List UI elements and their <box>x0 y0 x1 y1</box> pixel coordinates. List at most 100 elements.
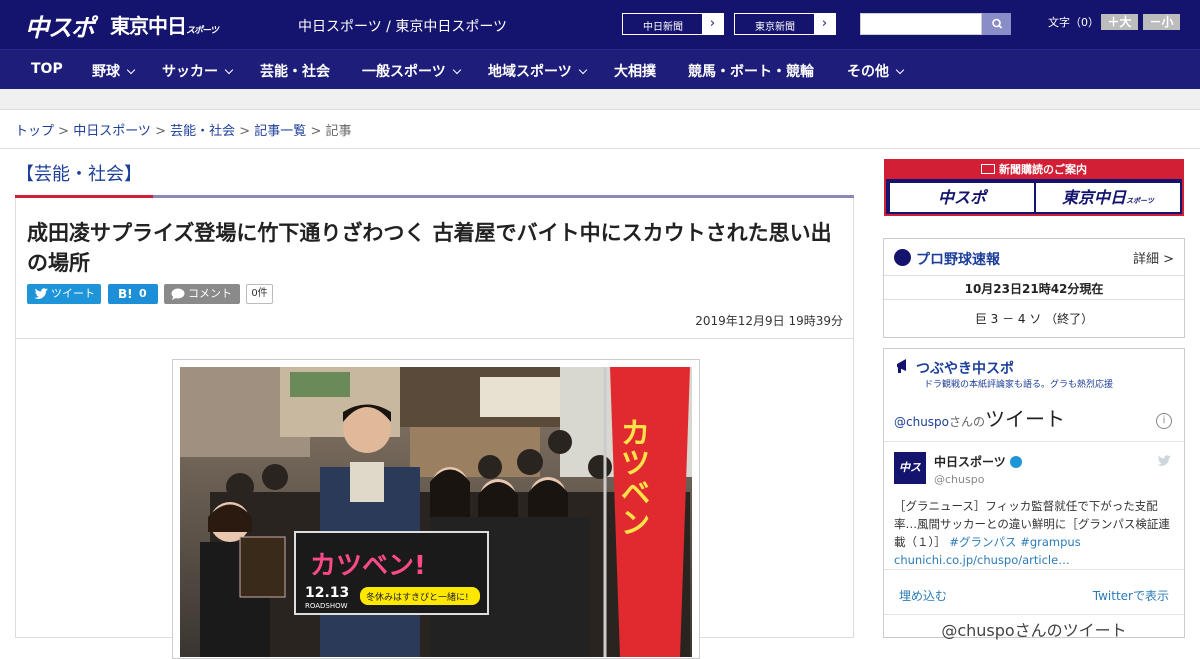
divider <box>0 148 1200 149</box>
nav-baseball[interactable]: 野球 <box>92 61 136 81</box>
hatena-bookmark-button[interactable]: B! 0 <box>108 284 158 304</box>
twitter-box: つぶやき中スポ ドラ観戦の本紙評論家も語る。グラも熱烈応援 @chuspoさんの… <box>883 348 1185 641</box>
nav-top[interactable]: TOP <box>31 61 63 77</box>
tweet-account-handle[interactable]: @chuspo <box>934 473 984 486</box>
tokyo-chunichi-logo[interactable]: 東京中日スポーツ <box>110 10 219 39</box>
tweet-link[interactable]: chunichi.co.jp/chuspo/article… <box>894 553 1070 567</box>
baseball-icon <box>894 249 911 266</box>
article-photo[interactable]: カツベン! 12.13 ROADSHOW 冬休みはすきぴと一緒に! カツベン <box>180 367 692 657</box>
chevron-right-icon: › <box>702 14 723 34</box>
chunichi-shimbun-link[interactable]: 中日新聞 › <box>622 13 724 35</box>
chevron-down-icon <box>578 65 587 75</box>
nav-baseball-label: 野球 <box>92 64 120 80</box>
twitter-handle-link[interactable]: @chuspo <box>894 415 949 429</box>
verified-icon <box>1009 456 1022 468</box>
subscribe-chuspo[interactable]: 中スポ <box>890 183 1034 212</box>
chevron-down-icon <box>895 65 905 75</box>
breadcrumb-article-list[interactable]: 記事一覧 <box>254 124 306 139</box>
search-input[interactable] <box>860 13 982 35</box>
twitter-bird-icon[interactable] <box>1156 455 1172 467</box>
tokyo-chunichi-logo-text: 東京中日 <box>110 14 187 38</box>
nav-other[interactable]: その他 <box>847 61 905 81</box>
nav-sumo[interactable]: 大相撲 <box>614 61 656 81</box>
nav-entertainment[interactable]: 芸能・社会 <box>260 61 330 81</box>
tokyo-chunichi-logo-sub: スポーツ <box>186 26 219 36</box>
twitter-footer[interactable]: @chuspoさんのツイート <box>884 617 1184 641</box>
speech-bubble-icon <box>171 288 185 300</box>
site-name[interactable]: 中日スポーツ / 東京中日スポーツ <box>298 16 507 36</box>
tokyo-shimbun-link[interactable]: 東京新聞 › <box>734 13 836 35</box>
breadcrumb-chunichi-sports[interactable]: 中日スポーツ <box>73 124 151 139</box>
baseball-score[interactable]: 巨 3 － 4 ソ （終了） <box>884 310 1184 327</box>
chuspo-logo[interactable]: 中スポ <box>25 8 95 43</box>
divider <box>884 614 1184 615</box>
newspaper-icon <box>981 164 995 174</box>
divider <box>884 569 1184 570</box>
nav-general-sports[interactable]: 一般スポーツ <box>362 61 461 81</box>
nav-local-sports-label: 地域スポーツ <box>488 64 572 80</box>
tweet-account-name[interactable]: 中日スポーツ <box>934 453 1022 470</box>
nav-racing[interactable]: 競馬・ボート・競輪 <box>688 61 814 81</box>
article-container: 成田凌サプライズ登場に竹下通りざわつく 古着屋でバイト中にスカウトされた思い出の… <box>15 198 854 659</box>
hatena-bookmark-icon: B! <box>118 287 133 301</box>
breadcrumb-entertainment[interactable]: 芸能・社会 <box>170 124 235 139</box>
avatar[interactable]: 中スポ <box>894 452 926 506</box>
font-size-label: 文字（0） <box>1048 16 1099 29</box>
font-larger-button[interactable]: ＋大 <box>1101 14 1138 30</box>
nav-soccer-label: サッカー <box>162 64 218 80</box>
article-separator <box>16 338 853 339</box>
twitter-handle-suffix: さんの <box>949 415 986 429</box>
photo-flag-text: カツベン <box>615 417 650 537</box>
font-smaller-button[interactable]: －小 <box>1143 14 1180 30</box>
tweet-text: ［グラニュース］フィッカ監督就任で下がった支配率…風間サッカーとの違い鮮明に［グ… <box>894 497 1176 569</box>
baseball-time: 10月23日21時42分現在 <box>964 282 1104 296</box>
tweet-button-label: ツイート <box>51 287 95 300</box>
subscription-header: 新聞購読のご案内 <box>886 161 1182 179</box>
subscribe-tokyo-text: 東京中日 <box>1062 188 1127 207</box>
photo-roadshow-text: ROADSHOW <box>305 602 348 610</box>
photo-banner-text: カツベン! <box>310 551 426 581</box>
hatena-bookmark-count: 0 <box>139 287 147 300</box>
nav-racing-label: 競馬・ボート・競輪 <box>688 64 814 80</box>
breadcrumb-current: 記事 <box>325 124 352 139</box>
subscribe-tokyo-sub: スポーツ <box>1126 197 1154 205</box>
megaphone-icon <box>897 359 906 373</box>
tweet-hashtag[interactable]: #grampus <box>1020 535 1081 549</box>
divider <box>884 275 1184 276</box>
photo-sub-text: 冬休みはすきぴと一緒に! <box>366 591 469 603</box>
category-label: 【芸能・社会】 <box>16 164 142 185</box>
breadcrumb: トップ > 中日スポーツ > 芸能・社会 > 記事一覧 > 記事 <box>15 124 352 139</box>
article-photo-frame: カツベン! 12.13 ROADSHOW 冬休みはすきぴと一緒に! カツベン <box>172 359 700 659</box>
tweet-button[interactable]: ツイート <box>27 284 101 304</box>
article-date: 2019年12月9日 19時39分 <box>695 314 843 328</box>
main-nav: TOP 野球 サッカー 芸能・社会 一般スポーツ 地域スポーツ 大相撲 競馬・ボ… <box>0 49 1200 89</box>
nav-sumo-label: 大相撲 <box>614 64 656 80</box>
subscription-header-text: 新聞購読のご案内 <box>999 163 1087 176</box>
baseball-score-box: プロ野球速報 詳細 > 10月23日21時42分現在 巨 3 － 4 ソ （終了… <box>883 238 1185 338</box>
divider <box>884 441 1184 442</box>
tweet-view-on-twitter-link[interactable]: Twitterで表示 <box>1093 587 1169 604</box>
comment-button-label: コメント <box>188 287 232 300</box>
nav-local-sports[interactable]: 地域スポーツ <box>488 61 587 81</box>
breadcrumb-top[interactable]: トップ <box>15 124 54 139</box>
photo-date-text: 12.13 <box>305 585 349 601</box>
search-button[interactable] <box>982 13 1011 35</box>
chevron-down-icon <box>224 65 234 75</box>
comment-button[interactable]: コメント <box>164 284 240 304</box>
article-headline: 成田凌サプライズ登場に竹下通りざわつく 古着屋でバイト中にスカウトされた思い出の… <box>27 221 832 275</box>
nav-top-label: TOP <box>31 61 63 77</box>
subscribe-tokyo[interactable]: 東京中日スポーツ <box>1036 183 1180 212</box>
nav-soccer[interactable]: サッカー <box>162 61 234 81</box>
baseball-detail-link[interactable]: 詳細 > <box>1133 248 1174 267</box>
tweet-hashtag[interactable]: #グランパス <box>949 535 1016 549</box>
tokyo-shimbun-label: 東京新聞 <box>755 22 795 33</box>
info-icon[interactable]: i <box>1156 413 1172 429</box>
chevron-right-icon: › <box>814 14 835 34</box>
baseball-title: プロ野球速報 <box>916 252 1000 268</box>
subscription-banner[interactable]: 新聞購読のご案内 中スポ 東京中日スポーツ <box>884 159 1184 216</box>
twitter-title: つぶやき中スポ <box>916 361 1014 377</box>
photo-scene: カツベン! 12.13 ROADSHOW 冬休みはすきぴと一緒に! カツベン <box>180 367 692 657</box>
nav-general-sports-label: 一般スポーツ <box>362 64 446 80</box>
tweet-account-name-text: 中日スポーツ <box>934 455 1006 469</box>
tweet-embed-link[interactable]: 埋め込む <box>899 587 947 604</box>
